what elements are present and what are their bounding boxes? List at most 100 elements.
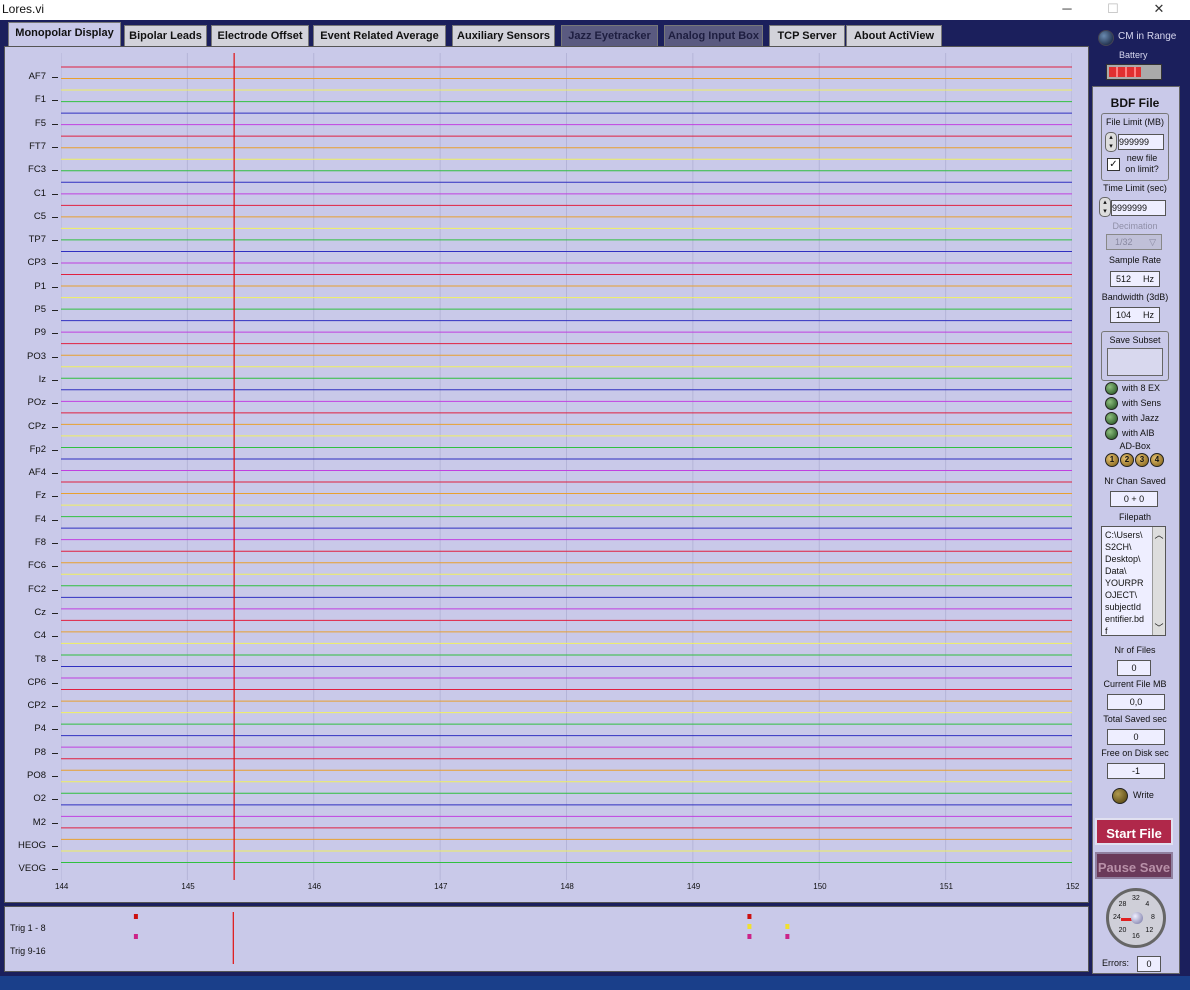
trig-label-9-16: Trig 9-16 (10, 946, 46, 956)
free-disk-label: Free on Disk sec (1101, 748, 1169, 758)
channel-label: F5 (34, 117, 46, 129)
tab-tcp-server[interactable]: TCP Server (769, 25, 845, 46)
decimation-select[interactable]: 1/32 ▽ (1106, 234, 1162, 250)
total-saved-label: Total Saved sec (1103, 714, 1167, 724)
ad-box-button[interactable]: 2 (1120, 453, 1134, 467)
tab-bipolar-leads[interactable]: Bipolar Leads (124, 25, 207, 46)
chevron-up-icon[interactable]: ︿ (1153, 528, 1165, 541)
channel-tick (52, 659, 58, 661)
channel-tick (52, 193, 58, 195)
channel-label: Iz (38, 373, 46, 385)
x-tick-label: 150 (813, 882, 827, 891)
with-option-led[interactable] (1105, 397, 1118, 410)
channel-label: F8 (34, 537, 46, 548)
cm-in-range-label: CM in Range (1118, 31, 1177, 42)
eeg-plot (61, 53, 1072, 880)
ad-box-button[interactable]: 4 (1150, 453, 1164, 467)
ad-box-button[interactable]: 1 (1105, 453, 1119, 467)
file-limit-label: File Limit (MB) (1106, 117, 1164, 127)
with-option-label: with 8 EX (1122, 383, 1161, 393)
dial-label: 8 (1151, 914, 1155, 921)
save-subset-display[interactable] (1107, 348, 1163, 376)
dial-label: 12 (1145, 927, 1154, 935)
time-limit-stepper[interactable]: ▴ ▾ (1099, 197, 1111, 217)
tab-about-actiview[interactable]: About ActiView (846, 25, 942, 46)
channel-label: P5 (34, 304, 46, 315)
channel-tick (52, 845, 58, 847)
dial-label: 32 (1132, 895, 1140, 902)
channel-tick (52, 706, 58, 708)
new-file-checkbox[interactable]: ✓ (1107, 158, 1120, 171)
tab-auxiliary-sensors[interactable]: Auxiliary Sensors (452, 25, 555, 46)
channel-tick (52, 752, 58, 754)
tab-analog-input-box[interactable]: Analog Input Box (664, 25, 763, 46)
channel-tick (52, 170, 58, 172)
channel-tick (52, 776, 58, 777)
with-option-led[interactable] (1105, 382, 1118, 395)
write-led (1112, 788, 1128, 804)
x-tick-label: 152 (1066, 882, 1080, 891)
decimation-label: Decimation (1112, 221, 1158, 231)
trigger-plot (133, 912, 790, 964)
channel-label: P4 (34, 723, 46, 735)
channel-tick (52, 822, 58, 824)
channel-tick (52, 356, 58, 358)
minimize-button[interactable]: ─ (1044, 0, 1090, 20)
channel-tick (52, 449, 58, 451)
total-saved-value: 0 (1107, 729, 1165, 745)
dial-knob[interactable] (1131, 912, 1143, 924)
file-limit-input[interactable]: 999999 (1118, 134, 1164, 150)
current-file-value: 0,0 (1107, 694, 1165, 710)
channel-label: F1 (34, 94, 46, 106)
cm-indicator-led (1098, 30, 1114, 46)
x-tick-label: 146 (307, 882, 322, 891)
tab-electrode-offset[interactable]: Electrode Offset (211, 25, 309, 46)
channel-label: C5 (33, 210, 46, 222)
timer-dial: 32 4 8 12 16 20 24 28 (1106, 888, 1166, 948)
file-limit-stepper[interactable]: ▴ ▾ (1105, 132, 1117, 152)
filepath-scrollbar[interactable]: ︿ ﹀ (1152, 527, 1165, 635)
filepath-line: YOURPR (1105, 578, 1144, 588)
tab-event-related-average[interactable]: Event Related Average (313, 25, 446, 46)
time-limit-input[interactable]: 9999999 (1111, 200, 1166, 216)
pause-save-button[interactable]: Pause Save (1095, 852, 1173, 879)
with-option-label: with AIB (1122, 428, 1155, 438)
trigger-mark (133, 914, 138, 919)
channel-tick (52, 146, 58, 148)
trigger-mark (747, 934, 752, 939)
channel-tick (52, 799, 58, 801)
filepath-label: Filepath (1118, 512, 1152, 522)
channel-label: O2 (33, 793, 46, 805)
bandwidth-value: 104 (1116, 310, 1132, 320)
battery-label: Battery (1119, 50, 1148, 60)
channel-tick (52, 543, 58, 544)
channel-label: TP7 (28, 234, 46, 246)
channel-tick (52, 869, 58, 871)
channel-tick (52, 403, 58, 405)
tab-jazz-eyetracker[interactable]: Jazz Eyetracker (561, 25, 658, 46)
window-titlebar: Lores.vi ─ ☐ ✕ (0, 0, 1190, 20)
with-option-led[interactable] (1105, 427, 1118, 440)
dial-label: 16 (1132, 933, 1140, 940)
ad-box-button[interactable]: 3 (1135, 453, 1149, 467)
channel-label: FC2 (28, 583, 46, 595)
channel-label: POz (27, 397, 46, 409)
sample-rate-label: Sample Rate (1108, 255, 1162, 265)
channel-label: Fz (35, 490, 46, 502)
channel-tick (52, 426, 58, 428)
maximize-button[interactable]: ☐ (1090, 0, 1136, 20)
ad-box-label: AD-Box (1119, 441, 1151, 451)
write-label: Write (1133, 790, 1154, 800)
chevron-down-icon: ▽ (1149, 237, 1156, 247)
with-option-led[interactable] (1105, 412, 1118, 425)
close-button[interactable]: ✕ (1136, 0, 1182, 20)
start-file-button[interactable]: Start File (1095, 818, 1173, 845)
filepath-text: C:\Users\ S2CH\ Desktop\ Data\ YOURPR OJECT\ s… (1105, 529, 1151, 635)
channel-label: M2 (32, 816, 46, 828)
x-tick-label: 145 (181, 882, 195, 891)
tab-monopolar-display[interactable]: Monopolar Display (8, 22, 121, 46)
filepath-textbox[interactable]: C:\Users\ S2CH\ Desktop\ Data\ YOURPR OJECT\ s… (1101, 526, 1166, 636)
chevron-down-icon[interactable]: ﹀ (1153, 621, 1165, 634)
x-tick-label: 147 (434, 882, 448, 891)
channel-tick (52, 310, 58, 311)
